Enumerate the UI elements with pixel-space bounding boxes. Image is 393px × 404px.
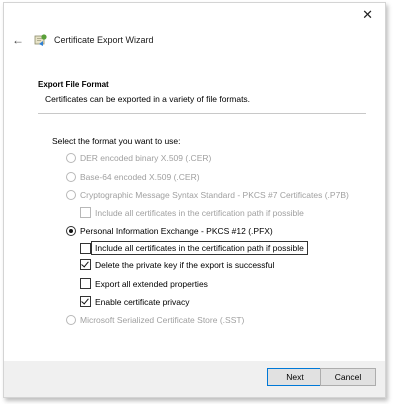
format-prompt: Select the format you want to use:: [52, 136, 181, 146]
page-subtitle: Certificates can be exported in a variet…: [45, 94, 251, 104]
radio-sst-button[interactable]: [66, 315, 76, 325]
radio-p7b-label: Cryptographic Message Syntax Standard - …: [80, 190, 349, 200]
cancel-button[interactable]: Cancel: [320, 368, 376, 386]
radio-sst-label: Microsoft Serialized Certificate Store (…: [80, 315, 245, 325]
radio-pfx-label: Personal Information Exchange - PKCS #12…: [80, 226, 273, 236]
back-arrow-icon[interactable]: ←: [12, 33, 28, 47]
wizard-window: ✕ ← Certificate Export Wizard Export Fil…: [3, 2, 386, 398]
wizard-title: Certificate Export Wizard: [54, 35, 154, 45]
title-bar: ← Certificate Export Wizard: [12, 32, 154, 48]
pfx-delete-key-box[interactable]: [80, 259, 91, 270]
radio-p7b[interactable]: Cryptographic Message Syntax Standard - …: [66, 190, 349, 200]
page-title: Export File Format: [38, 80, 109, 89]
radio-base64-button[interactable]: [66, 172, 76, 182]
p7b-include-path-checkbox[interactable]: Include all certificates in the certific…: [80, 207, 304, 218]
radio-base64[interactable]: Base-64 encoded X.509 (.CER): [66, 172, 200, 182]
pfx-export-props-checkbox[interactable]: Export all extended properties: [80, 278, 208, 289]
radio-der-button[interactable]: [66, 153, 76, 163]
pfx-include-path-checkbox[interactable]: Include all certificates in the certific…: [80, 241, 308, 255]
next-button[interactable]: Next: [267, 368, 323, 386]
header-divider: [38, 113, 366, 114]
radio-p7b-button[interactable]: [66, 190, 76, 200]
radio-pfx-button[interactable]: [66, 226, 76, 236]
pfx-include-path-label: Include all certificates in the certific…: [91, 241, 308, 255]
pfx-privacy-label: Enable certificate privacy: [95, 296, 190, 307]
pfx-privacy-box[interactable]: [80, 296, 91, 307]
radio-der[interactable]: DER encoded binary X.509 (.CER): [66, 153, 211, 163]
wizard-footer: Next Cancel: [4, 361, 385, 397]
p7b-include-path-box[interactable]: [80, 207, 91, 218]
certificate-wizard-icon: [34, 33, 48, 47]
pfx-export-props-box[interactable]: [80, 278, 91, 289]
radio-pfx[interactable]: Personal Information Exchange - PKCS #12…: [66, 226, 273, 236]
page-header: Export File Format Certificates can be e…: [38, 80, 363, 104]
close-icon[interactable]: ✕: [362, 8, 373, 22]
pfx-delete-key-checkbox[interactable]: Delete the private key if the export is …: [80, 259, 275, 270]
radio-sst[interactable]: Microsoft Serialized Certificate Store (…: [66, 315, 244, 325]
pfx-export-props-label: Export all extended properties: [95, 278, 208, 289]
pfx-include-path-box[interactable]: [80, 242, 91, 254]
pfx-delete-key-label: Delete the private key if the export is …: [95, 259, 275, 270]
radio-base64-label: Base-64 encoded X.509 (.CER): [80, 172, 200, 182]
p7b-include-path-label: Include all certificates in the certific…: [95, 207, 304, 218]
pfx-privacy-checkbox[interactable]: Enable certificate privacy: [80, 296, 190, 307]
radio-der-label: DER encoded binary X.509 (.CER): [80, 153, 212, 163]
